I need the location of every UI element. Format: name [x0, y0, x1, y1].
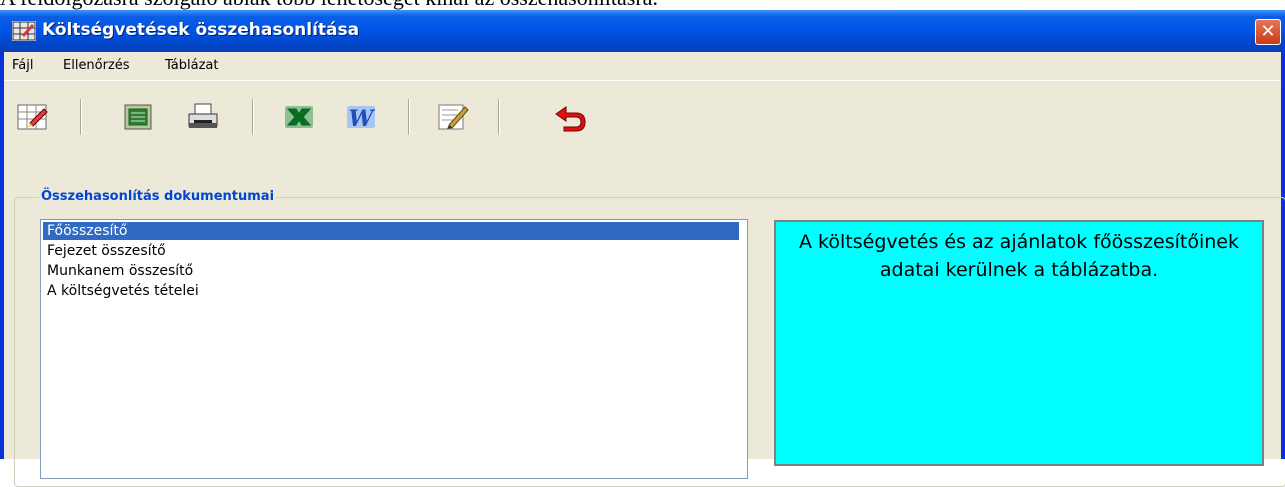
close-button[interactable]: ✕ [1255, 19, 1281, 45]
toolbar-separator [252, 99, 254, 135]
document-view-icon[interactable] [121, 101, 155, 133]
word-icon[interactable]: W [344, 101, 378, 133]
list-item[interactable]: A költségvetés tételei [47, 282, 199, 300]
menu-file[interactable]: Fájl [12, 57, 33, 75]
excel-icon[interactable] [282, 101, 316, 133]
close-icon: ✕ [1260, 21, 1276, 42]
svg-text:W: W [349, 106, 376, 132]
list-item[interactable]: Főösszesítő [43, 222, 739, 240]
toolbar-separator [80, 99, 82, 135]
app-icon [12, 21, 36, 41]
toolbar: W [4, 81, 1281, 143]
app-window: Költségvetések összehasonlítása ✕ Fájl E… [0, 10, 1285, 487]
caption-text: A feldolgozásra szolgáló ablak több lehe… [0, 0, 658, 9]
window-title: Költségvetések összehasonlítása [42, 20, 360, 40]
toolbar-separator [498, 99, 500, 135]
list-item[interactable]: Fejezet összesítő [47, 242, 166, 260]
menu-table[interactable]: Táblázat [165, 57, 218, 75]
table-edit-icon[interactable] [16, 101, 50, 133]
printer-icon[interactable] [186, 101, 220, 133]
description-text: A költségvetés és az ajánlatok főösszesí… [799, 231, 1239, 281]
back-arrow-icon[interactable] [554, 101, 588, 133]
group-title: Összehasonlítás dokumentumai [39, 188, 277, 206]
description-panel: A költségvetés és az ajánlatok főösszesí… [774, 220, 1264, 466]
documents-listbox[interactable]: Főösszesítő Fejezet összesítő Munkanem ö… [40, 219, 748, 479]
toolbar-separator [408, 99, 410, 135]
edit-pencil-icon[interactable] [436, 101, 470, 133]
list-item[interactable]: Munkanem összesítő [47, 262, 193, 280]
menu-bar: Fájl Ellenőrzés Táblázat [4, 52, 1281, 81]
title-bar[interactable]: Költségvetések összehasonlítása ✕ [0, 10, 1285, 52]
menu-check[interactable]: Ellenőrzés [63, 57, 130, 75]
